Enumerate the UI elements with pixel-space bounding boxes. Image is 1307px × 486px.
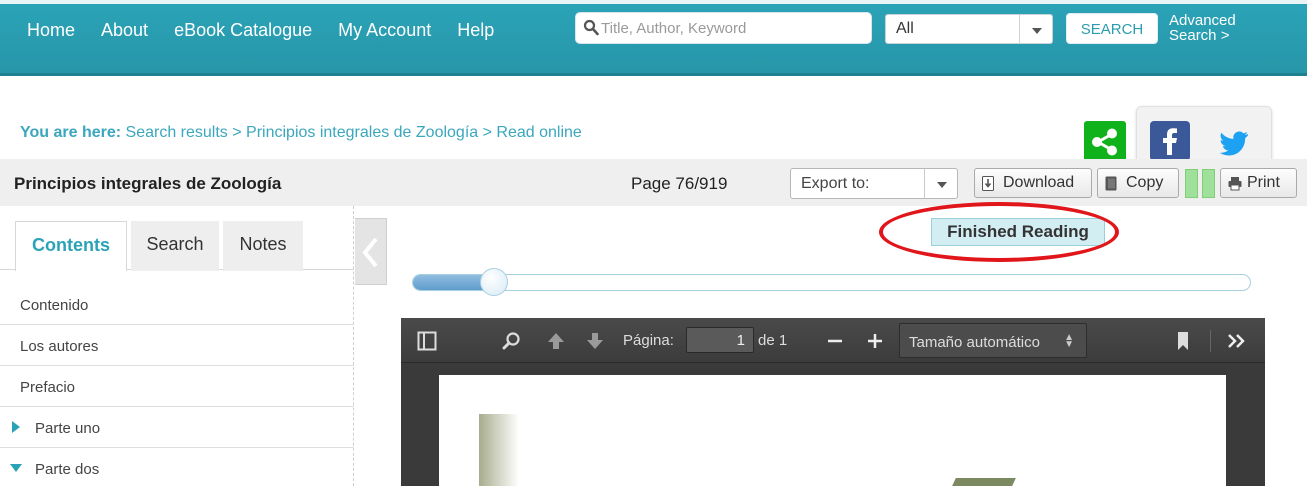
tab-contents[interactable]: Contents [15,221,127,271]
chevron-down-icon [1019,15,1052,43]
export-select[interactable]: Export to: [790,168,958,199]
toc-item-label: Parte dos [35,461,100,478]
toc-item-label: Prefacio [20,379,76,396]
book-title: Principios integrales de Zoología [14,174,282,193]
expand-arrow-icon[interactable] [12,421,20,433]
download-button[interactable]: Download [974,168,1092,198]
arrow-down-icon[interactable] [585,331,605,351]
toc-item[interactable]: Parte dos [0,448,354,486]
sidebar-collapse-button[interactable] [355,218,387,285]
nav-help-link[interactable]: Help [457,20,494,41]
toc-item[interactable]: Prefacio [0,366,354,407]
zoom-select[interactable]: Tamaño automático ▲ ▼ [899,323,1087,358]
toolbar-separator [1210,330,1211,352]
collapse-arrow-icon[interactable] [10,464,22,472]
page-number-label: Página: [623,332,674,349]
facebook-icon [1163,128,1177,155]
chevron-down-icon [924,169,957,198]
toc-item-label: Parte uno [35,420,101,437]
arrow-up-icon[interactable] [546,331,566,351]
updown-arrows-icon: ▲ ▼ [1064,332,1074,350]
advanced-search-line1: Advanced [1169,12,1236,29]
search-icon [583,19,599,36]
bookmark-icon[interactable] [1176,331,1190,351]
search-button[interactable]: SEARCH [1066,13,1158,44]
reading-progress-handle[interactable] [480,268,509,296]
nav-about-link[interactable]: About [101,20,148,41]
tab-search[interactable]: Search [131,221,219,271]
print-button[interactable]: Print [1220,168,1297,198]
breadcrumb-prefix: You are here: [20,124,122,141]
double-chevron-right-icon[interactable] [1226,331,1248,351]
advanced-search-line2: Search > [1169,27,1230,44]
advanced-search-link[interactable]: Advanced Search > [1169,13,1236,43]
toc-item[interactable]: Contenido [0,284,354,325]
copy-button[interactable]: Copy [1097,168,1179,198]
copy-icon [1105,176,1117,191]
export-label: Export to: [801,175,870,192]
highlight-annotation-ring [879,202,1119,262]
facebook-button[interactable] [1150,121,1190,161]
tab-notes[interactable]: Notes [223,221,303,271]
search-box [575,12,872,44]
toc-item-label: Contenido [20,297,89,314]
download-icon [982,176,994,191]
nav-bottom-border [0,73,1307,76]
nav-my-account-link[interactable]: My Account [338,20,431,41]
share-icon [1092,128,1117,156]
print-label: Print [1247,174,1280,191]
toc-item-label: Los autores [20,338,99,355]
share-button[interactable] [1084,121,1126,163]
pdf-page [439,375,1226,486]
nav-ebook-catalogue-link[interactable]: eBook Catalogue [174,20,312,41]
zoom-out-icon[interactable] [826,331,844,351]
search-filter-value: All [896,20,914,37]
zoom-value: Tamaño automático [909,334,1040,351]
toc-item[interactable]: Parte uno [0,407,354,448]
reading-progress-slider[interactable] [412,274,1251,291]
zoom-in-icon[interactable] [866,331,884,351]
copy-label: Copy [1126,174,1164,191]
chevron-left-icon [362,237,378,268]
page-image-fragment [952,478,1016,486]
find-icon[interactable] [502,331,522,351]
twitter-icon[interactable] [1220,130,1250,156]
nav-home-link[interactable]: Home [27,20,75,41]
highlight-color-swatch[interactable] [1202,169,1215,198]
page-image-fragment [479,414,519,486]
sidebar-toggle-icon[interactable] [417,331,437,351]
page-indicator: Page 76/919 [631,174,728,193]
printer-icon [1228,177,1242,191]
main-nav: Home About eBook Catalogue My Account He… [14,20,507,41]
search-input[interactable] [601,18,861,38]
page-number-input[interactable] [686,327,754,353]
search-filter-select[interactable]: All [885,14,1053,44]
toc-item[interactable]: Los autores [0,325,354,366]
breadcrumb: You are here: Search results > Principio… [20,124,582,142]
page-total-label: de 1 [758,332,788,349]
download-label: Download [1003,174,1075,191]
highlight-color-swatch[interactable] [1185,169,1198,198]
breadcrumb-path[interactable]: Search results > Principios integrales d… [126,124,582,141]
